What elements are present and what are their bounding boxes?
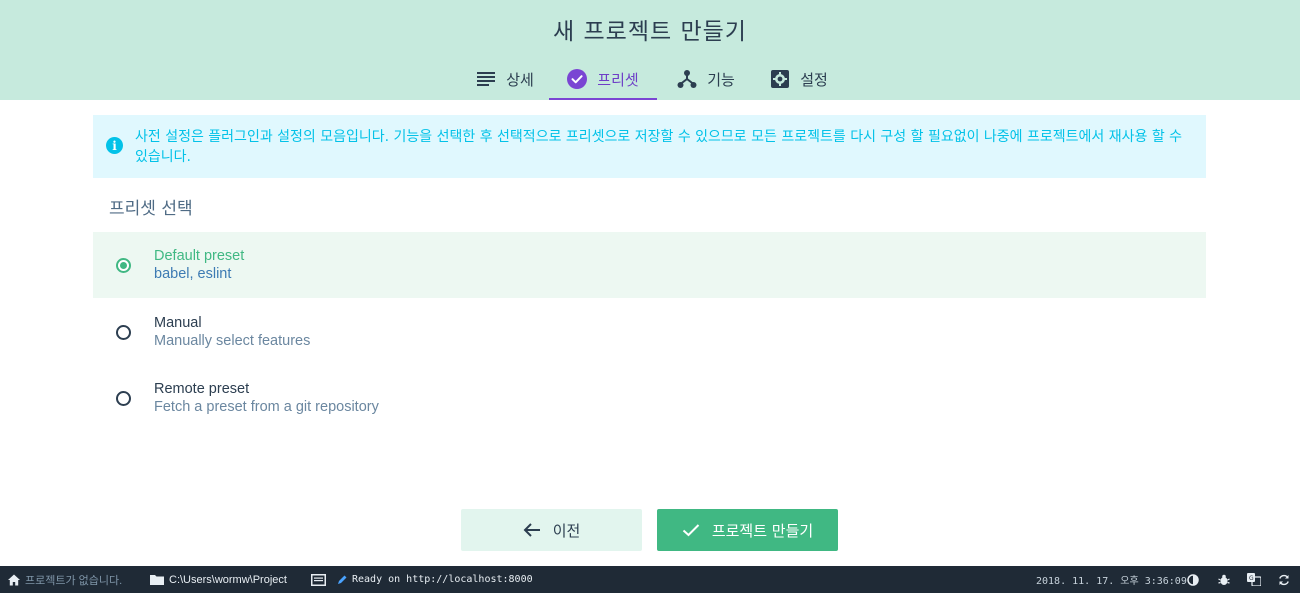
preset-option-default[interactable]: Default preset babel, eslint <box>93 232 1206 298</box>
create-project-label: 프로젝트 만들기 <box>711 521 814 540</box>
datetime: 2018. 11. 17. 오후 3:36:09 <box>1036 576 1187 587</box>
option-name: Default preset <box>154 248 245 264</box>
option-description: babel, eslint <box>154 266 232 282</box>
console-log-text: Ready on http://localhost:8000 <box>352 574 533 585</box>
previous-label: 이전 <box>552 521 581 540</box>
option-name: Remote preset <box>154 381 250 397</box>
fork-icon <box>677 69 697 89</box>
theme-toggle[interactable] <box>1187 566 1204 593</box>
option-description: Manually select features <box>154 333 311 349</box>
console-icon <box>311 573 326 586</box>
project-status-text: 프로젝트가 없습니다. <box>25 574 123 587</box>
translate-icon: G <box>1247 573 1261 586</box>
preset-option-remote[interactable]: Remote preset Fetch a preset from a git … <box>93 365 1206 431</box>
folder-icon <box>150 575 164 585</box>
bug-icon <box>1218 574 1230 585</box>
tab-details[interactable]: 상세 <box>462 58 548 100</box>
tab-presets[interactable]: 프리셋 <box>549 58 657 100</box>
tab-label: 설정 <box>800 70 828 89</box>
check-circle-icon <box>567 69 588 89</box>
tab-config[interactable]: 설정 <box>757 58 841 100</box>
pencil-icon <box>338 575 347 584</box>
current-path-text: C:\Users\wormw\Project <box>169 573 287 586</box>
gear-icon <box>770 69 790 89</box>
check-icon <box>682 523 700 537</box>
tab-label: 프리셋 <box>597 70 639 89</box>
bug-report[interactable] <box>1218 566 1235 593</box>
section-title: 프리셋 선택 <box>109 199 193 219</box>
info-icon: i <box>106 137 123 154</box>
project-status[interactable]: 프로젝트가 없습니다. <box>8 566 122 593</box>
radio-button[interactable] <box>116 325 131 340</box>
tab-features[interactable]: 기능 <box>660 58 752 100</box>
create-project-button[interactable]: 프로젝트 만들기 <box>657 509 838 551</box>
tab-label: 상세 <box>506 70 534 89</box>
info-text: 사전 설정은 플러그인과 설정의 모음입니다. 기능을 선택한 후 선택적으로 … <box>135 129 1183 165</box>
home-icon <box>8 574 20 585</box>
language-toggle[interactable]: G <box>1247 566 1266 593</box>
preset-option-manual[interactable]: Manual Manually select features <box>93 299 1206 365</box>
tab-label: 기능 <box>707 70 735 89</box>
radio-button[interactable] <box>116 391 131 406</box>
option-name: Manual <box>154 315 202 331</box>
option-description: Fetch a preset from a git repository <box>154 399 379 415</box>
refresh-icon <box>1279 574 1289 585</box>
svg-text:G: G <box>1249 575 1254 582</box>
previous-button[interactable]: 이전 <box>461 509 642 551</box>
current-path[interactable]: C:\Users\wormw\Project <box>150 566 287 593</box>
refresh-button[interactable] <box>1278 566 1295 593</box>
radio-button[interactable] <box>116 258 131 273</box>
status-bar: 프로젝트가 없습니다. C:\Users\wormw\Project Ready… <box>0 566 1300 593</box>
console-log[interactable]: Ready on http://localhost:8000 <box>311 566 533 593</box>
header: 새 프로젝트 만들기 상세 프리셋 기능 설정 <box>0 0 1300 100</box>
info-banner: 사전 설정은 플러그인과 설정의 모음입니다. 기능을 선택한 후 선택적으로 … <box>93 115 1206 178</box>
arrow-left-icon <box>523 522 541 538</box>
contrast-icon <box>1187 573 1199 586</box>
list-icon <box>476 69 496 89</box>
tab-bar: 상세 프리셋 기능 설정 <box>0 58 1300 100</box>
page-title: 새 프로젝트 만들기 <box>553 19 747 45</box>
